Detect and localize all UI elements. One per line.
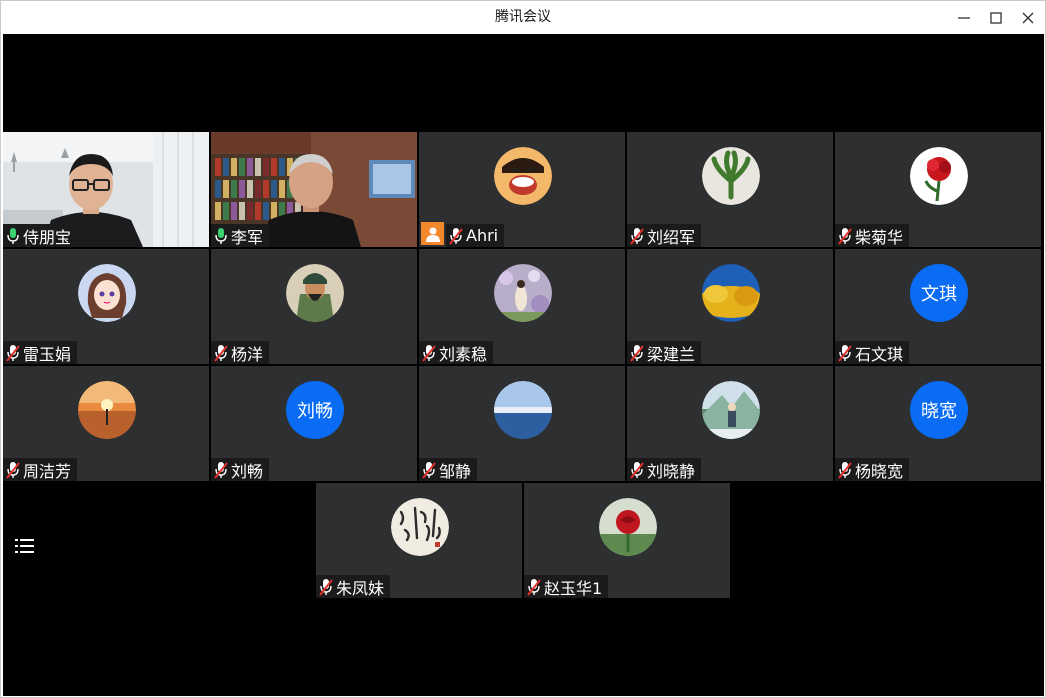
- participant-name-tag: 邹静: [419, 458, 478, 481]
- participant-tile[interactable]: 刘畅 刘畅: [211, 366, 417, 481]
- microphone-muted-icon: [630, 227, 644, 245]
- participant-avatar: 文琪: [910, 264, 968, 322]
- participant-name-tag: 侍朋宝: [3, 224, 78, 247]
- minimize-icon: [958, 16, 970, 19]
- microphone-muted-icon: [214, 461, 228, 479]
- participant-tile[interactable]: 侍朋宝: [3, 132, 209, 247]
- participant-avatar: [494, 264, 552, 322]
- participant-name: 刘绍军: [647, 227, 696, 247]
- participant-avatar: [702, 264, 760, 322]
- microphone-muted-icon: [319, 578, 333, 596]
- close-button[interactable]: [1012, 1, 1044, 34]
- participant-name-tag: 朱凤妹: [316, 575, 391, 598]
- participant-avatar: [702, 381, 760, 439]
- participant-tile[interactable]: 梁建兰: [627, 249, 833, 364]
- microphone-muted-icon: [838, 461, 852, 479]
- list-icon: [15, 539, 34, 553]
- participant-name: 周洁芳: [23, 461, 72, 481]
- microphone-muted-icon: [214, 344, 228, 362]
- participant-name: 李军: [231, 227, 264, 247]
- maximize-icon: [990, 11, 1002, 24]
- participant-name-tag: 周洁芳: [3, 458, 78, 481]
- participant-tile[interactable]: 刘绍军: [627, 132, 833, 247]
- participant-avatar: [910, 147, 968, 205]
- microphone-muted-icon: [6, 461, 20, 479]
- participant-name-tag: 李军: [211, 224, 270, 247]
- participant-name-tag: 梁建兰: [627, 341, 702, 364]
- participant-name-tag: 刘晓静: [627, 458, 702, 481]
- window-title: 腾讯会议: [495, 9, 551, 25]
- participant-avatar: [78, 264, 136, 322]
- host-badge: [421, 222, 444, 245]
- microphone-muted-icon: [630, 344, 644, 362]
- participant-name: 石文琪: [855, 344, 904, 364]
- participant-name-tag: 杨洋: [211, 341, 270, 364]
- microphone-muted-icon: [630, 461, 644, 479]
- participant-name: 赵玉华1: [544, 578, 603, 598]
- participant-list-button[interactable]: [10, 531, 40, 561]
- meeting-window: 腾讯会议 侍朋宝 李军 Ahri 刘绍军 柴菊华 雷玉娟 杨洋 刘素稳 梁建兰 …: [0, 0, 1046, 698]
- participant-tile[interactable]: 李军: [211, 132, 417, 247]
- participant-avatar: [391, 498, 449, 556]
- participant-name: 侍朋宝: [23, 227, 72, 247]
- participant-avatar: [599, 498, 657, 556]
- participant-avatar: 刘畅: [286, 381, 344, 439]
- person-icon: [425, 227, 440, 242]
- participant-tile[interactable]: 邹静: [419, 366, 625, 481]
- close-icon: [1022, 12, 1034, 23]
- participant-tile[interactable]: 文琪 石文琪: [835, 249, 1041, 364]
- participant-avatar: [702, 147, 760, 205]
- participant-avatar: [286, 264, 344, 322]
- participant-name: 杨晓宽: [855, 461, 904, 481]
- participant-avatar: [494, 381, 552, 439]
- participant-tile[interactable]: Ahri: [419, 132, 625, 247]
- microphone-muted-icon: [838, 344, 852, 362]
- participant-name-tag: 柴菊华: [835, 224, 910, 247]
- participant-name-tag: 杨晓宽: [835, 458, 910, 481]
- participant-avatar: [78, 381, 136, 439]
- microphone-muted-icon: [449, 227, 463, 245]
- participant-name-tag: 赵玉华1: [524, 575, 609, 598]
- minimize-button[interactable]: [948, 1, 980, 34]
- participant-tile[interactable]: 柴菊华: [835, 132, 1041, 247]
- microphone-muted-icon: [6, 344, 20, 362]
- microphone-muted-icon: [422, 344, 436, 362]
- microphone-muted-icon: [527, 578, 541, 596]
- participant-tile[interactable]: 刘素稳: [419, 249, 625, 364]
- participant-name-tag: 刘素稳: [419, 341, 494, 364]
- participant-name-tag: 雷玉娟: [3, 341, 78, 364]
- participant-name-tag: 刘畅: [211, 458, 270, 481]
- participant-tile[interactable]: 杨洋: [211, 249, 417, 364]
- participant-name: 雷玉娟: [23, 344, 72, 364]
- participant-tile[interactable]: 周洁芳: [3, 366, 209, 481]
- participant-tile[interactable]: 晓宽 杨晓宽: [835, 366, 1041, 481]
- participant-name: Ahri: [466, 226, 499, 245]
- participant-name: 刘素稳: [439, 344, 488, 364]
- microphone-muted-icon: [422, 461, 436, 479]
- participant-name: 刘晓静: [647, 461, 696, 481]
- title-bar: 腾讯会议: [1, 1, 1045, 34]
- participant-tile[interactable]: 雷玉娟: [3, 249, 209, 364]
- participant-avatar: 晓宽: [910, 381, 968, 439]
- video-grid: 侍朋宝 李军 Ahri 刘绍军 柴菊华 雷玉娟 杨洋 刘素稳 梁建兰 文琪 石文琪…: [3, 34, 1044, 696]
- participant-name-tag: 刘绍军: [627, 224, 702, 247]
- participant-tile[interactable]: 刘晓静: [627, 366, 833, 481]
- microphone-icon: [215, 227, 227, 244]
- participant-name: 柴菊华: [855, 227, 904, 247]
- participant-name-tag: Ahri: [446, 224, 505, 247]
- microphone-muted-icon: [838, 227, 852, 245]
- maximize-button[interactable]: [980, 1, 1012, 34]
- participant-name: 梁建兰: [647, 344, 696, 364]
- participant-name: 朱凤妹: [336, 578, 385, 598]
- participant-name-tag: 石文琪: [835, 341, 910, 364]
- participant-name: 邹静: [439, 461, 472, 481]
- participant-avatar: [494, 147, 552, 205]
- participant-tile[interactable]: 赵玉华1: [524, 483, 730, 598]
- participant-name: 刘畅: [231, 461, 264, 481]
- participant-name: 杨洋: [231, 344, 264, 364]
- microphone-icon: [7, 227, 19, 244]
- participant-tile[interactable]: 朱凤妹: [316, 483, 522, 598]
